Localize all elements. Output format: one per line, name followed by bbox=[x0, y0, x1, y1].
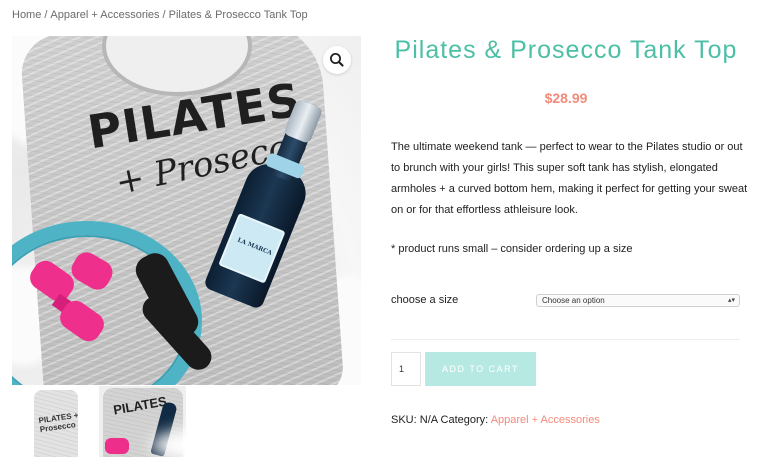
add-to-cart-button[interactable]: ADD TO CART bbox=[425, 352, 536, 386]
form-divider bbox=[391, 339, 740, 340]
size-select-label: choose a size bbox=[391, 294, 459, 306]
sku-value: N/A bbox=[419, 414, 438, 426]
product-main-image[interactable]: PILATES + Prosecco LA MARCA bbox=[12, 36, 361, 385]
product-description: The ultimate weekend tank — perfect to w… bbox=[391, 141, 748, 216]
thumbnail-dumbbell-graphic bbox=[105, 438, 129, 454]
product-meta: SKU: N/A Category: Apparel + Accessories bbox=[391, 414, 600, 426]
zoom-button[interactable] bbox=[323, 46, 351, 74]
category-label: Category: bbox=[440, 414, 489, 426]
breadcrumb-separator: / bbox=[44, 9, 48, 21]
magnifier-icon bbox=[330, 53, 344, 67]
quantity-input[interactable]: 1 bbox=[391, 352, 421, 386]
bottle-label-text: LA MARCA bbox=[236, 236, 274, 257]
product-size-note: * product runs small – consider ordering… bbox=[391, 243, 633, 255]
gallery-thumbnail-1[interactable]: PILATES + Prosecco bbox=[12, 386, 99, 457]
select-arrows-icon: ▴▾ bbox=[727, 297, 735, 304]
sku-label: SKU: bbox=[391, 414, 417, 426]
breadcrumb-current: Pilates & Prosecco Tank Top bbox=[168, 9, 308, 21]
breadcrumb-separator: / bbox=[162, 9, 166, 21]
product-price: $28.99 bbox=[544, 90, 588, 106]
breadcrumb: Home / Apparel + Accessories / Pilates & Pro… bbox=[12, 9, 308, 21]
size-select-value: Choose an option bbox=[542, 296, 605, 305]
category-link[interactable]: Apparel + Accessories bbox=[491, 414, 600, 426]
breadcrumb-home-link[interactable]: Home bbox=[12, 9, 41, 21]
size-select[interactable]: Choose an option ▴▾ bbox=[536, 294, 740, 307]
product-title: Pilates & Prosecco Tank Top bbox=[394, 36, 738, 64]
breadcrumb-category-link[interactable]: Apparel + Accessories bbox=[50, 9, 159, 21]
